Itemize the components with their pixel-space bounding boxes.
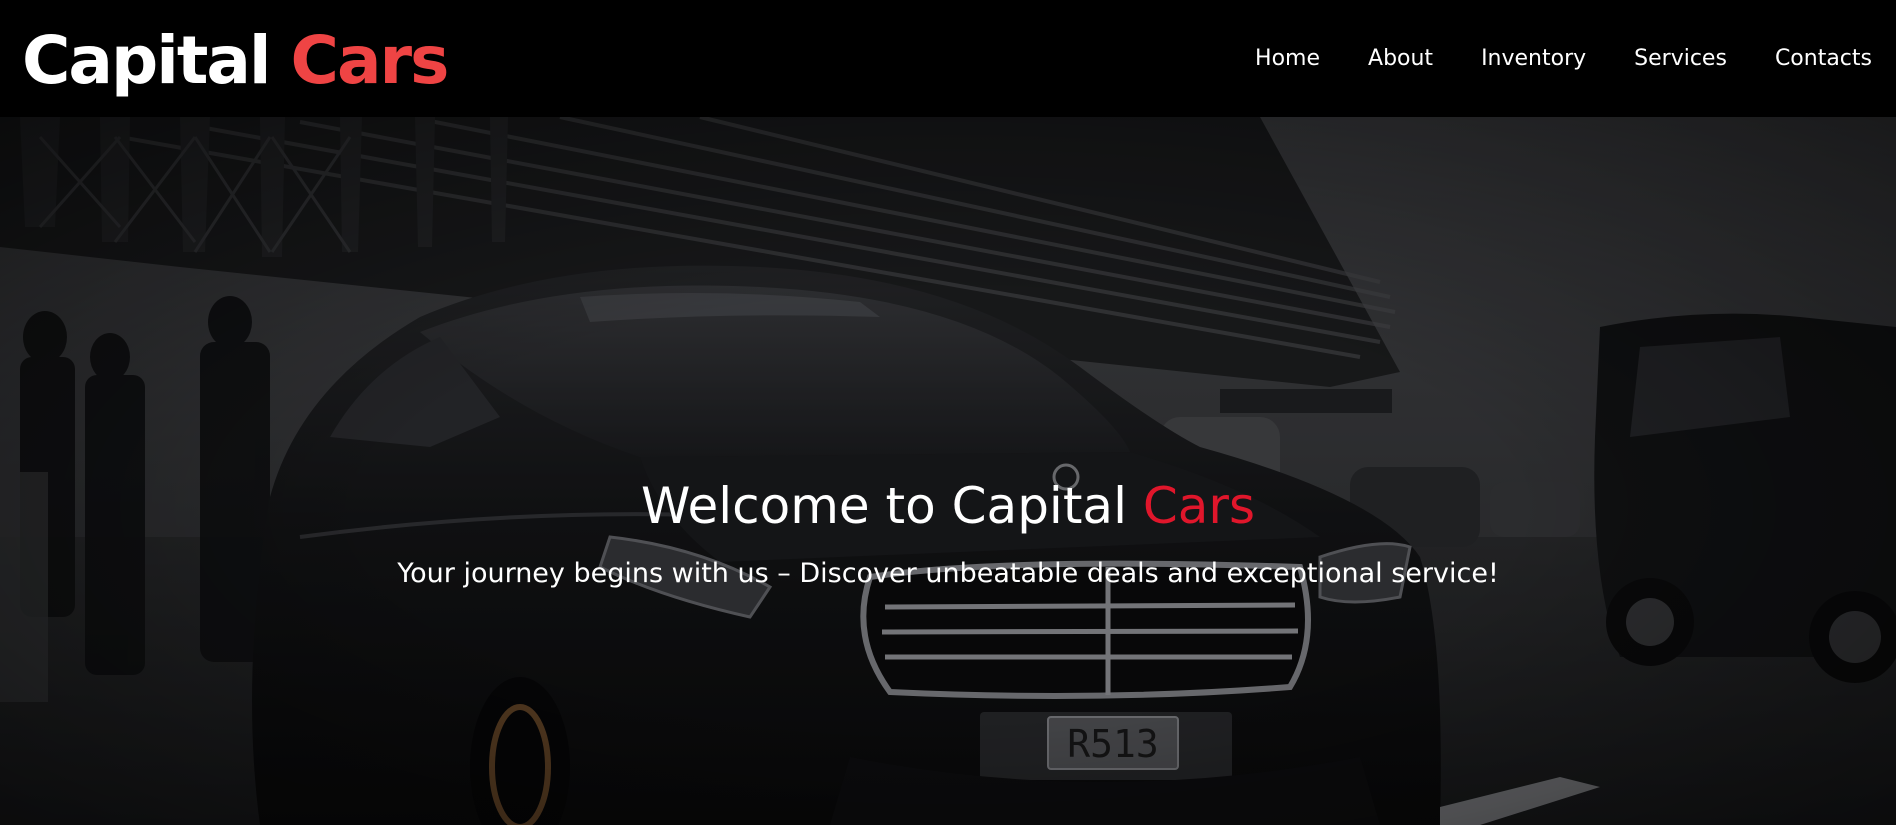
nav-services[interactable]: Services xyxy=(1634,42,1727,76)
logo-text-primary: Capital xyxy=(22,22,272,99)
main-nav: Home About Inventory Services Contacts xyxy=(1255,42,1872,76)
hero-title-accent: Cars xyxy=(1142,477,1256,535)
nav-contacts[interactable]: Contacts xyxy=(1775,42,1872,76)
hero-section: R513 Welcome to Capital Cars Your journe… xyxy=(0,117,1896,825)
hero-title-text: Welcome to Capital xyxy=(640,477,1127,535)
nav-inventory[interactable]: Inventory xyxy=(1481,42,1586,76)
site-header: Capital Cars Home About Inventory Servic… xyxy=(0,0,1896,117)
logo[interactable]: Capital Cars xyxy=(22,22,450,100)
nav-about[interactable]: About xyxy=(1368,42,1433,76)
logo-text-accent: Cars xyxy=(290,22,450,99)
hero-dark-overlay xyxy=(0,117,1896,825)
hero-subtitle: Your journey begins with us – Discover u… xyxy=(397,558,1499,589)
hero-title: Welcome to Capital Cars xyxy=(0,475,1896,537)
page: Capital Cars Home About Inventory Servic… xyxy=(0,0,1896,825)
nav-home[interactable]: Home xyxy=(1255,42,1320,76)
